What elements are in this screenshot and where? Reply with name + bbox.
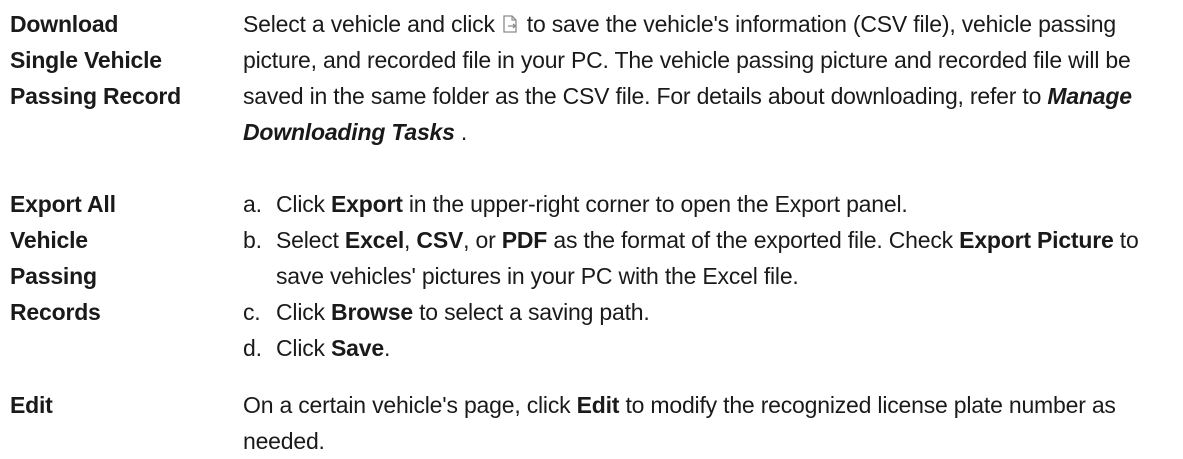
step-bold: Save (331, 335, 384, 361)
step-bold: CSV (416, 227, 464, 253)
step-bold: Export (331, 191, 403, 217)
step-item: c. Click Browse to select a saving path. (243, 294, 1180, 330)
term-line: Passing Record (10, 83, 182, 109)
step-marker: a. (243, 191, 262, 217)
step-bold: PDF (501, 227, 548, 253)
download-file-icon (499, 13, 521, 35)
term-line: Single Vehicle (10, 47, 162, 73)
step-text: to select a saving path. (412, 299, 650, 325)
desc-edit: On a certain vehicle's page, click Edit … (243, 387, 1180, 459)
step-text: . (383, 335, 391, 361)
definition-table: Download Single Vehicle Passing Record S… (10, 6, 1180, 459)
step-item: a. Click Export in the upper-right corner… (243, 186, 1180, 222)
step-text: in the upper-right corner to open the Ex… (402, 191, 908, 217)
step-bold: Excel (344, 227, 405, 253)
step-bold: Browse (331, 299, 413, 325)
term-line: Records (10, 299, 101, 325)
step-marker: d. (243, 335, 262, 361)
desc-text: . (454, 119, 468, 145)
step-bold: Export Picture (959, 227, 1114, 253)
row-export-all: Export All Vehicle Passing Records a. Cli… (10, 186, 1180, 387)
export-steps: a. Click Export in the upper-right corner… (243, 186, 1180, 366)
step-marker: c. (243, 299, 261, 325)
step-marker: b. (243, 227, 262, 253)
step-text: Click (276, 335, 332, 361)
term-edit: Edit (10, 387, 243, 423)
step-text: Select (276, 227, 345, 253)
term-line: Export All (10, 191, 116, 217)
step-text: Click (276, 191, 332, 217)
term-line: Vehicle (10, 227, 88, 253)
step-text: Click (276, 299, 332, 325)
step-text: as the format of the exported file. Chec… (547, 227, 960, 253)
step-item: d. Click Save. (243, 330, 1180, 366)
row-download-single: Download Single Vehicle Passing Record S… (10, 6, 1180, 186)
desc-bold: Edit (576, 392, 620, 418)
desc-text: On a certain vehicle's page, click (243, 392, 577, 418)
step-item: b. Select Excel, CSV, or PDF as the forma… (243, 222, 1180, 294)
term-line: Passing (10, 263, 97, 289)
term-line: Download (10, 11, 119, 37)
step-text: , (404, 227, 417, 253)
desc-text: Select a vehicle and click (243, 11, 495, 37)
desc-download-single: Select a vehicle and click to save the ve… (243, 6, 1180, 150)
desc-export-all: a. Click Export in the upper-right corner… (243, 186, 1180, 366)
term-export-all: Export All Vehicle Passing Records (10, 186, 243, 330)
row-edit: Edit On a certain vehicle's page, click … (10, 387, 1180, 459)
step-text: , or (463, 227, 502, 253)
term-line: Edit (10, 392, 53, 418)
term-download-single: Download Single Vehicle Passing Record (10, 6, 243, 114)
